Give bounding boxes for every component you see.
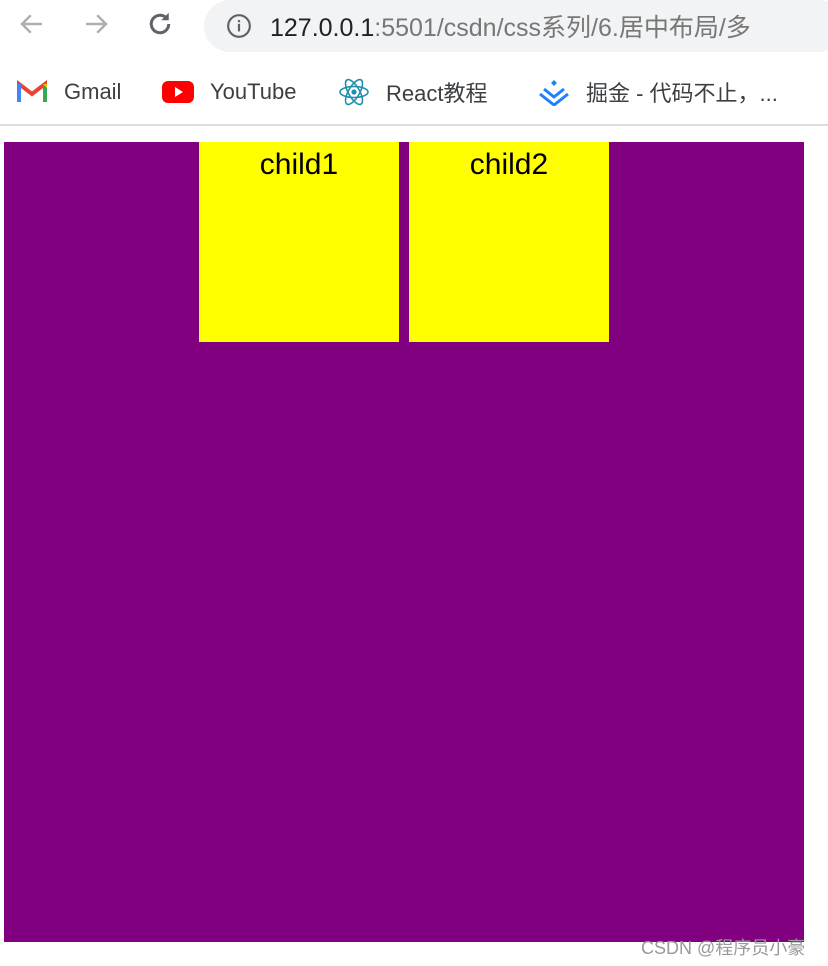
back-button[interactable] bbox=[16, 8, 48, 40]
toolbar-divider bbox=[0, 124, 828, 126]
juejin-icon bbox=[538, 76, 570, 108]
child2-box: child2 bbox=[409, 142, 609, 342]
youtube-icon bbox=[162, 76, 194, 108]
csdn-watermark: CSDN @程序员小豪 bbox=[641, 938, 806, 958]
bookmark-juejin[interactable]: 掘金 - 代码不止，... bbox=[538, 68, 778, 116]
child1-box: child1 bbox=[199, 142, 399, 342]
url-text[interactable]: 127.0.0.1:5501/csdn/css系列/6.居中布局/多 bbox=[270, 8, 751, 44]
reload-button[interactable] bbox=[144, 8, 176, 40]
info-icon[interactable] bbox=[226, 13, 252, 39]
browser-toolbar: 127.0.0.1:5501/csdn/css系列/6.居中布局/多 bbox=[0, 0, 828, 56]
bookmark-gmail[interactable]: Gmail bbox=[16, 68, 121, 116]
arrow-right-icon bbox=[86, 14, 108, 34]
address-bar[interactable]: 127.0.0.1:5501/csdn/css系列/6.居中布局/多 bbox=[204, 0, 828, 52]
bookmark-react[interactable]: React教程 bbox=[338, 68, 487, 116]
bookmarks-bar: Gmail YouTube React教程 掘金 - 代码不止，... bbox=[0, 68, 828, 116]
bookmark-youtube[interactable]: YouTube bbox=[162, 68, 296, 116]
gmail-icon bbox=[16, 76, 48, 108]
reload-icon bbox=[149, 12, 171, 35]
arrow-left-icon bbox=[20, 14, 42, 34]
parent-box: child1 child2 bbox=[4, 142, 804, 942]
react-icon bbox=[338, 76, 370, 108]
forward-button[interactable] bbox=[80, 8, 112, 40]
child1-label: child1 bbox=[259, 148, 339, 181]
child2-label: child2 bbox=[469, 148, 549, 181]
